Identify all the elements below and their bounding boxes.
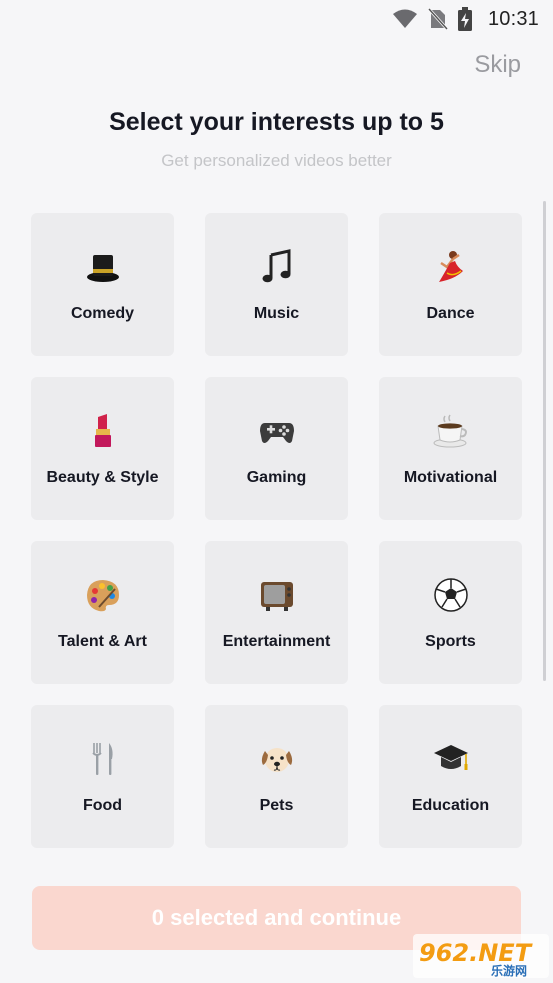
interest-card-talent-art[interactable]: Talent & Art (31, 541, 174, 684)
interest-label: Motivational (403, 469, 498, 486)
skip-button[interactable]: Skip (474, 51, 521, 79)
page-title: Select your interests up to 5 (109, 108, 444, 136)
page-subtitle: Get personalized videos better (161, 151, 392, 170)
interest-label: Food (82, 797, 123, 814)
interest-label: Comedy (70, 305, 135, 322)
interest-card-dance[interactable]: Dance (379, 213, 522, 356)
interest-card-comedy[interactable]: Comedy (31, 213, 174, 356)
status-bar: 10:31 (0, 0, 553, 38)
coffee-icon (433, 413, 469, 449)
watermark-logo: 962.NET 乐游网 (413, 934, 549, 978)
interest-label: Sports (425, 633, 476, 650)
interest-selection-screen: 10:31 Skip Select your interests up to 5… (0, 0, 553, 983)
interest-label: Education (411, 797, 490, 814)
top-hat-icon (85, 249, 121, 285)
fork-knife-icon (85, 741, 121, 777)
watermark-sub: 乐游网 (491, 963, 527, 978)
interest-card-music[interactable]: Music (205, 213, 348, 356)
interest-card-entertainment[interactable]: Entertainment (205, 541, 348, 684)
interest-label: Music (253, 305, 300, 322)
interest-card-beauty-style[interactable]: Beauty & Style (31, 377, 174, 520)
wifi-icon (392, 9, 418, 29)
interest-label: Entertainment (222, 633, 331, 650)
interest-card-motivational[interactable]: Motivational (379, 377, 522, 520)
status-time: 10:31 (487, 7, 539, 30)
palette-icon (85, 577, 121, 613)
battery-charging-icon (457, 7, 472, 31)
dog-icon (259, 741, 295, 777)
interest-card-gaming[interactable]: Gaming (205, 377, 348, 520)
interest-card-education[interactable]: Education (379, 705, 522, 848)
interest-card-food[interactable]: Food (31, 705, 174, 848)
interest-card-sports[interactable]: Sports (379, 541, 522, 684)
graduation-cap-icon (433, 741, 469, 777)
interest-grid: Comedy Music Dance Beauty & Style Gaming (31, 213, 522, 848)
television-icon (259, 577, 295, 613)
watermark-brand: 962.NET (419, 939, 533, 967)
interest-card-pets[interactable]: Pets (205, 705, 348, 848)
lipstick-icon (85, 413, 121, 449)
scrollbar[interactable] (543, 201, 546, 681)
soccer-ball-icon (433, 577, 469, 613)
interest-label: Talent & Art (58, 633, 147, 650)
music-note-icon (259, 249, 295, 285)
interest-label: Pets (259, 797, 294, 814)
game-controller-icon (259, 413, 295, 449)
no-sim-icon (427, 8, 448, 30)
interest-label: Gaming (246, 469, 307, 486)
interest-label: Dance (426, 305, 475, 322)
interest-label: Beauty & Style (46, 469, 159, 486)
dancer-icon (433, 249, 469, 285)
